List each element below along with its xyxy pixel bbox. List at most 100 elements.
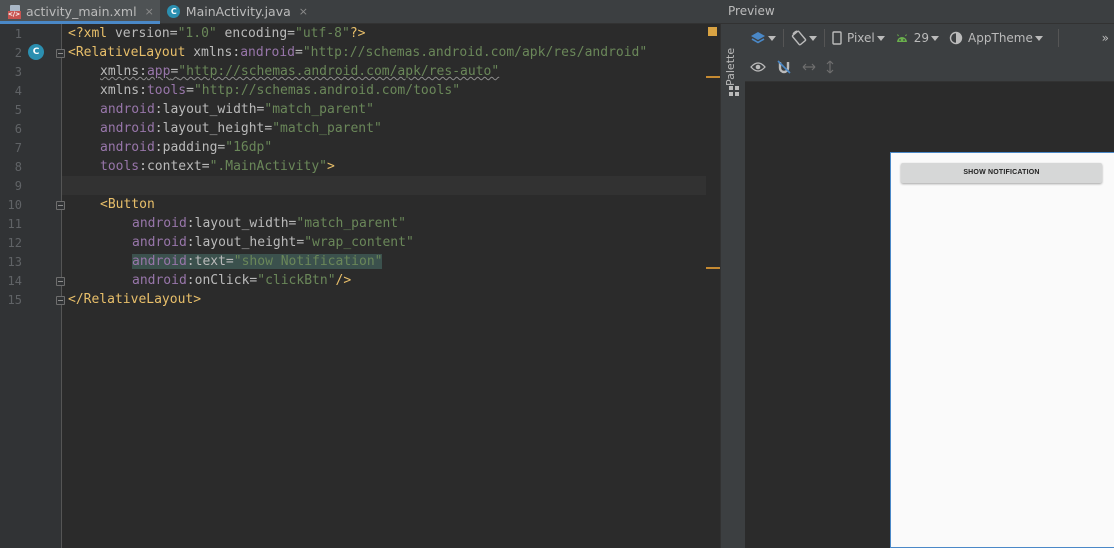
- preview-header: Preview: [720, 0, 1114, 24]
- close-tab-icon[interactable]: ×: [299, 5, 308, 18]
- tag-close: >: [327, 159, 335, 174]
- line-number: 11: [7, 217, 22, 231]
- tag-close: />: [335, 273, 352, 288]
- error-stripe[interactable]: [706, 24, 720, 548]
- tab-activity-main-xml[interactable]: </> activity_main.xml ×: [0, 0, 160, 24]
- close-tab-icon[interactable]: ×: [145, 5, 154, 18]
- device-label: Pixel: [847, 31, 875, 45]
- warning-marker[interactable]: [706, 267, 720, 269]
- toolbar-separator: [1057, 29, 1059, 47]
- attr-value: "utf-8": [295, 26, 350, 41]
- code-line: <?xml version="1.0" encoding="utf-8"?>: [62, 24, 706, 43]
- tab-main-activity-java[interactable]: C MainActivity.java ×: [160, 0, 314, 23]
- api-level-label: 29: [913, 31, 930, 45]
- line-number: 7: [14, 141, 22, 155]
- code-line: android:text="show Notification": [62, 252, 706, 271]
- preview-secondary-toolbar: [745, 52, 1114, 82]
- chevron-down-icon: [876, 35, 885, 41]
- show-notification-button[interactable]: SHOW NOTIFICATION: [901, 163, 1102, 183]
- api-level-selector[interactable]: 29: [890, 24, 944, 52]
- line-number: 9: [14, 179, 22, 193]
- vertical-arrows-icon: [826, 60, 834, 73]
- related-class-icon[interactable]: C: [28, 44, 44, 60]
- namespace: tools: [146, 83, 187, 98]
- code-line: xmlns:app="http://schemas.android.com/ap…: [62, 62, 706, 81]
- chevron-down-icon: [931, 35, 940, 41]
- inspection-status-icon[interactable]: [708, 27, 717, 36]
- code-line: android:padding="16dp": [62, 138, 706, 157]
- attr-value: "match_parent": [264, 102, 374, 117]
- warning-marker[interactable]: [706, 76, 720, 78]
- rotate-device-icon: [791, 30, 807, 46]
- attr-value: "match_parent": [296, 216, 406, 231]
- attr-value: "16dp": [225, 140, 273, 155]
- tag-open: <RelativeLayout: [68, 45, 186, 60]
- xml-file-icon: </>: [6, 4, 22, 20]
- theme-icon: [949, 31, 963, 45]
- design-surface-button[interactable]: [745, 24, 781, 52]
- code-line: android:onClick="clickBtn"/>: [62, 271, 706, 290]
- device-screen-preview[interactable]: SHOW NOTIFICATION: [890, 152, 1114, 548]
- code-line: android:layout_height="match_parent": [62, 119, 706, 138]
- line-number: 4: [14, 84, 22, 98]
- phone-icon: [832, 31, 842, 45]
- orientation-button[interactable]: [786, 24, 822, 52]
- attr-name: xmlns:: [100, 64, 147, 79]
- namespace: android: [132, 235, 187, 250]
- autoconnect-toggle[interactable]: [771, 52, 797, 81]
- theme-label: AppTheme: [968, 31, 1033, 45]
- line-number: 13: [7, 255, 22, 269]
- equals: =: [186, 83, 194, 98]
- palette-tool-window-strip[interactable]: Palette: [720, 24, 745, 548]
- view-options-button[interactable]: [745, 52, 771, 81]
- theme-selector[interactable]: AppTheme: [944, 24, 1048, 52]
- attr-name: version=: [107, 26, 178, 41]
- chevron-down-icon: [809, 35, 817, 41]
- attr-value: "1.0": [177, 26, 217, 41]
- line-number: 10: [7, 198, 22, 212]
- editor-tab-bar: </> activity_main.xml × C MainActivity.j…: [0, 0, 720, 24]
- xml-decl-open: <?: [68, 26, 84, 41]
- tab-label: activity_main.xml: [26, 4, 137, 19]
- attr-name: :layout_width=: [154, 102, 265, 117]
- code-line: xmlns:tools="http://schemas.android.com/…: [62, 81, 706, 100]
- tag-close: </RelativeLayout>: [68, 292, 202, 307]
- code-line-caret: [62, 176, 706, 195]
- layers-icon: [751, 32, 765, 44]
- device-selector[interactable]: Pixel: [827, 24, 890, 52]
- line-gutter: 1 2 3 4 5 6 7 8 9 10 11 12 13 14 15 C: [0, 24, 65, 548]
- attr-name: xmlns:: [100, 83, 147, 98]
- code-line: <Button: [62, 195, 706, 214]
- line-number: 2: [14, 46, 22, 60]
- namespace: android: [100, 102, 155, 117]
- preview-title: Preview: [728, 4, 775, 18]
- line-number: 8: [14, 160, 22, 174]
- palette-icon: [729, 86, 739, 96]
- namespace: android: [132, 273, 187, 288]
- magnet-off-icon: [777, 59, 791, 74]
- code-editor[interactable]: 1 2 3 4 5 6 7 8 9 10 11 12 13 14 15 C <?…: [0, 24, 720, 548]
- xml-decl-name: xml: [83, 26, 108, 41]
- more-toolbar-button[interactable]: »: [1097, 24, 1114, 52]
- line-number: 15: [7, 293, 22, 307]
- attr-name: :layout_height=: [154, 121, 273, 136]
- line-number: 12: [7, 236, 22, 250]
- tag-open: <Button: [100, 197, 155, 212]
- hardcoded-text-warning[interactable]: android:text="show Notification": [132, 254, 383, 269]
- expand-vertical-button[interactable]: [821, 52, 839, 81]
- code-line: <RelativeLayout xmlns:android="http://sc…: [62, 43, 706, 62]
- namespace: app: [146, 64, 171, 79]
- palette-label[interactable]: Palette: [724, 48, 737, 86]
- horizontal-arrows-icon: [802, 63, 816, 70]
- code-text-area[interactable]: <?xml version="1.0" encoding="utf-8"?> <…: [62, 24, 706, 548]
- attr-name: :layout_height=: [186, 235, 305, 250]
- preview-canvas[interactable]: SHOW NOTIFICATION: [745, 82, 1114, 548]
- attr-name: :layout_width=: [186, 216, 297, 231]
- line-number: 6: [14, 122, 22, 136]
- namespace: tools: [100, 159, 140, 174]
- attr-name: :padding=: [154, 140, 226, 155]
- attr-value: ".MainActivity": [209, 159, 327, 174]
- expand-horizontal-button[interactable]: [797, 52, 821, 81]
- line-number: 3: [14, 65, 22, 79]
- toolbar-separator: [824, 29, 825, 47]
